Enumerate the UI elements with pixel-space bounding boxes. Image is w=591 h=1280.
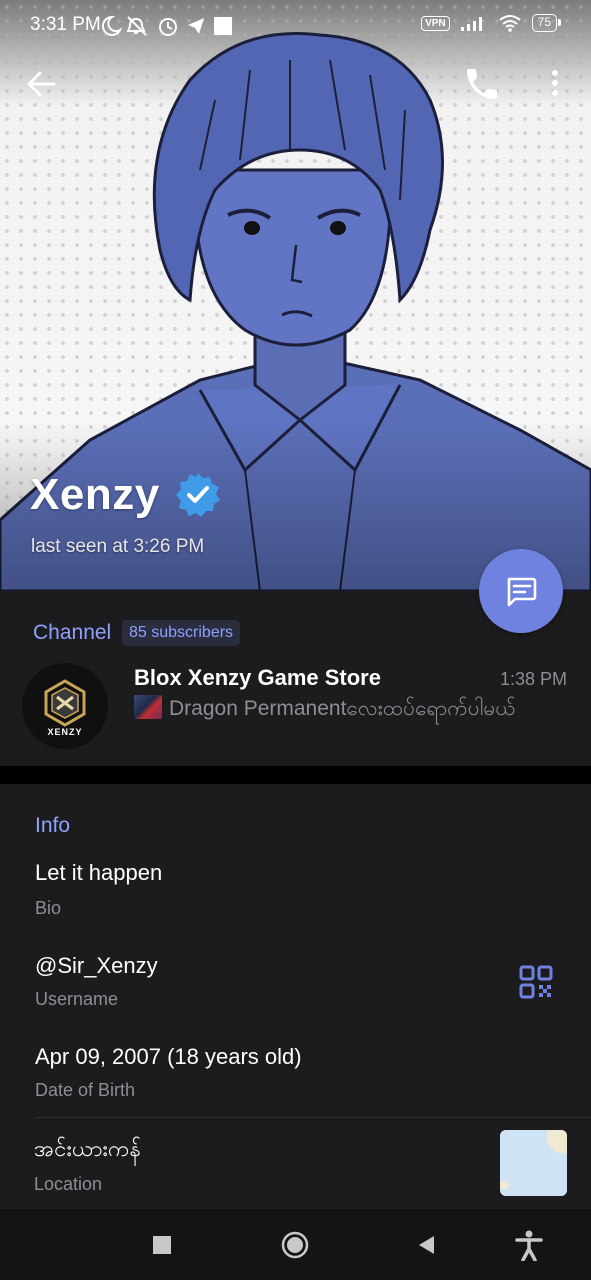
dob-label: Date of Birth [35,1080,136,1100]
channel-label: Channel [33,621,112,644]
section-divider [0,766,591,784]
status-notification-icons [100,13,320,39]
back-arrow-icon [27,71,56,97]
message-icon [507,577,537,607]
dob-value: Apr 09, 2007 (18 years old) [35,1044,302,1069]
status-system-icons: VPN 75 [421,14,562,32]
vpn-icon: VPN [421,15,450,31]
back-triangle-icon [419,1236,434,1254]
recents-button[interactable] [144,1227,180,1263]
home-circle-icon [281,1231,309,1259]
channel-avatar-text: XENZY [47,727,83,737]
home-button[interactable] [277,1227,313,1263]
subscribers-badge: 85 subscribers [122,620,241,646]
location-label: Location [34,1174,103,1194]
username-label: Username [35,989,119,1009]
status-time: 3:31 PM [30,14,101,35]
phone-icon [467,69,497,99]
info-heading: Info [35,814,71,837]
channel-avatar: XENZY [22,663,108,749]
message-fab-button[interactable] [479,549,563,633]
channel-title: Blox Xenzy Game Store [134,665,381,690]
accessibility-icon [515,1230,543,1261]
location-map-thumbnail[interactable] [500,1130,567,1196]
battery-icon: 75 [531,14,562,32]
profile-name-row: Xenzy [30,470,222,520]
more-options-button[interactable] [540,64,570,104]
preview-thumbnail [134,695,162,719]
signal-icon [460,17,482,31]
verified-icon[interactable] [174,471,222,519]
wifi-icon [499,15,521,32]
bio-label: Bio [35,898,62,918]
channel-item[interactable]: XENZY Blox Xenzy Game Store 1:38 PM Drag… [0,653,591,763]
notification-icons [101,15,232,36]
accessibility-button[interactable] [511,1227,547,1263]
map-icon [500,1130,567,1196]
call-button[interactable] [462,64,502,104]
location-value: အင်းယားကန် [34,1136,141,1161]
channel-preview-text: Dragon Permanentလေးထပ်ရောက်ပါမယ် [169,697,516,720]
nav-back-button[interactable] [409,1227,445,1263]
profile-name: Xenzy [30,470,160,519]
bio-value: Let it happen [35,860,163,885]
status-bar: 3:31 PM VPN 75 [0,0,591,52]
qr-code-icon [519,965,553,999]
back-button[interactable] [22,64,62,104]
channel-last-message: Dragon Permanentလေးထပ်ရောက်ပါမယ် [134,695,554,721]
qr-code-button[interactable] [518,964,554,1000]
more-vert-icon [552,70,558,96]
info-divider [35,1117,591,1118]
last-seen-status: last seen at 3:26 PM [31,536,205,557]
system-nav-bar [0,1209,591,1280]
channel-time: 1:38 PM [499,669,567,689]
square-nav-icon [153,1236,171,1254]
info-section: Info Let it happen Bio @Sir_Xenzy Userna… [0,784,591,1209]
username-value: @Sir_Xenzy [35,953,158,978]
